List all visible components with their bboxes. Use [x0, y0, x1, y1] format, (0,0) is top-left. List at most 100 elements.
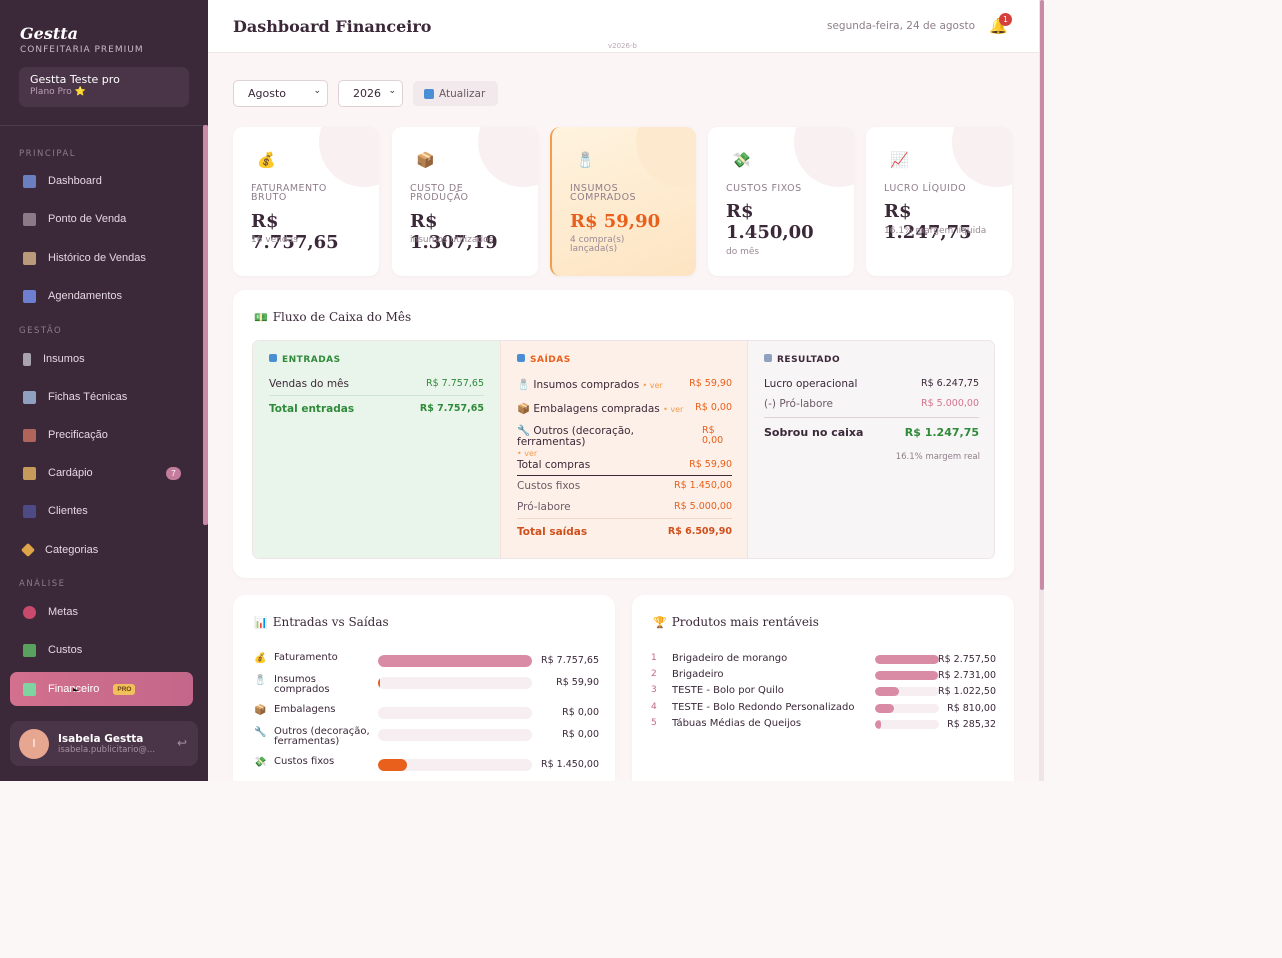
produto-bar-fill	[875, 720, 882, 729]
kpi-faturamento: 💰 FATURAMENTO BRUTO R$ 7.757,65 16 venda…	[233, 127, 379, 276]
cash-icon: 💵	[254, 311, 268, 324]
year-select[interactable]: 2026 ⌄	[338, 80, 403, 107]
kpi-value: R$ 1.307,19	[410, 211, 498, 253]
refresh-icon	[424, 88, 434, 99]
row-value: R$ 59,90	[689, 459, 732, 470]
resultado-pro-labore: (-) Pró-labore R$ 5.000,00	[764, 398, 979, 410]
row-label: Outros (decoração, ferramentas)	[274, 726, 370, 747]
refresh-button[interactable]: Atualizar	[413, 81, 498, 106]
bar-track	[378, 707, 532, 719]
money-bag-icon: 💰	[257, 151, 276, 169]
row-icon: 🧂	[254, 675, 267, 686]
row-label: Total compras	[517, 459, 591, 471]
saidas-pro-labore: Pró-labore R$ 5.000,00	[517, 501, 732, 513]
bar-track	[378, 677, 532, 689]
entradas-saidas-card: 📊 Entradas vs Saídas 💰 Faturamento R$ 7.757…	[233, 595, 615, 781]
salt-shaker-icon: 🧂	[576, 151, 595, 169]
user-card[interactable]: I Isabela Gestta isabela.publicitario@..…	[10, 721, 198, 766]
row-divider	[517, 518, 732, 519]
row-value: R$ 1.247,75	[904, 426, 979, 439]
sidebar-item-financeiro[interactable]: Financeiro PRO	[10, 672, 193, 706]
sidebar-divider	[0, 125, 208, 126]
avatar: I	[19, 728, 49, 759]
arrow-down-icon	[517, 354, 525, 362]
sidebar-item-custos[interactable]: Custos	[10, 635, 193, 665]
row-label: Embalagens	[274, 704, 336, 715]
account-name: Gestta Teste pro	[30, 73, 120, 86]
kpi-insumos-comprados: 🧂 INSUMOS COMPRADOS R$ 59,90 4 compra(s)…	[550, 127, 696, 276]
cashflow-title-text: Fluxo de Caixa do Mês	[272, 310, 412, 324]
ver-link[interactable]: • ver	[517, 449, 537, 458]
saidas-row[interactable]: 🧂 Insumos comprados • ver R$ 59,90	[517, 378, 732, 391]
row-value: R$ 5.000,00	[921, 398, 979, 409]
sidebar-item-label: Fichas Técnicas	[48, 391, 128, 403]
pro-badge: PRO	[113, 683, 136, 695]
cashflow-card: 💵 Fluxo de Caixa do Mês ENTRADAS Vendas d…	[233, 290, 1014, 578]
sidebar-item-precificacao[interactable]: Precificação	[10, 420, 193, 450]
sidebar-item-label: Precificação	[48, 429, 108, 441]
ver-link[interactable]: • ver	[663, 405, 683, 414]
year-select-value: 2026	[353, 87, 381, 100]
money-icon	[23, 643, 36, 657]
mouse-cursor-icon	[73, 688, 79, 691]
row-label: (-) Pró-labore	[764, 398, 833, 410]
logout-icon[interactable]: ↩	[177, 736, 187, 750]
saidas-header: SAÍDAS	[517, 354, 571, 365]
target-icon	[23, 605, 36, 619]
bar-track	[378, 655, 532, 667]
produto-bar-track	[875, 720, 939, 729]
user-name: Isabela Gestta	[58, 732, 144, 745]
sidebar-item-label: Dashboard	[48, 175, 102, 187]
saidas-row[interactable]: 📦 Embalagens compradas • ver R$ 0,00	[517, 402, 732, 415]
sidebar-item-clientes[interactable]: Clientes	[10, 496, 193, 526]
row-label: Total saídas	[517, 526, 588, 538]
sidebar-item-ponto-de-venda[interactable]: Ponto de Venda	[10, 204, 193, 234]
produto-value: R$ 810,00	[947, 703, 996, 714]
row-icon: 🔧	[254, 727, 267, 738]
cash-register-icon	[23, 212, 36, 226]
notification-badge: 1	[999, 13, 1012, 26]
sidebar-item-agendamentos[interactable]: Agendamentos	[10, 281, 193, 311]
row-label: Custos fixos	[274, 756, 335, 767]
saidas-row[interactable]: 🔧 Outros (decoração, ferramentas) • ver R…	[517, 426, 732, 459]
sidebar-item-categorias[interactable]: Categorias	[10, 535, 193, 565]
sidebar-item-cardapio[interactable]: Cardápio 7	[10, 458, 193, 488]
row-value: R$ 7.757,65	[541, 655, 599, 666]
sidebar-item-fichas-tecnicas[interactable]: Fichas Técnicas	[10, 382, 193, 412]
sidebar-item-insumos[interactable]: Insumos	[10, 344, 193, 374]
user-info: Isabela Gestta isabela.publicitario@...	[58, 733, 155, 755]
row-value: R$ 6.247,75	[921, 378, 979, 389]
produto-bar-fill	[875, 671, 939, 680]
row-value: R$ 7.757,65	[426, 378, 484, 389]
card-icon	[23, 390, 36, 404]
page-scrollbar-thumb[interactable]	[1040, 0, 1044, 590]
entradas-saidas-title-text: Entradas vs Saídas	[272, 615, 389, 629]
month-select[interactable]: Agosto ⌄	[233, 80, 328, 107]
app: Gestta CONFEITARIA PREMIUM Gestta Teste …	[0, 0, 1044, 781]
tag-icon	[20, 542, 36, 558]
sidebar-item-dashboard[interactable]: Dashboard	[10, 166, 193, 196]
brand-name: Gestta	[20, 24, 78, 43]
sidebar-item-label: Clientes	[48, 505, 88, 517]
row-icon: 💸	[254, 757, 267, 768]
row-value: R$ 59,90	[556, 677, 599, 688]
kpi-lucro-liquido: 📈 LUCRO LÍQUIDO R$ 1.247,75 16.1% margem…	[866, 127, 1012, 276]
produto-rank: 2	[651, 669, 657, 679]
sidebar-item-historico[interactable]: Histórico de Vendas	[10, 243, 193, 273]
entradas-column: ENTRADAS Vendas do mês R$ 7.757,65 Total…	[253, 341, 500, 558]
sidebar-item-label: Agendamentos	[48, 290, 122, 302]
sidebar-item-label: Histórico de Vendas	[48, 252, 146, 264]
produto-bar-track	[875, 687, 939, 696]
account-card[interactable]: Gestta Teste pro Plano Pro ⭐	[19, 67, 189, 107]
row-label: 🧂 Insumos comprados • ver	[517, 378, 663, 391]
sidebar-item-metas[interactable]: Metas	[10, 597, 193, 627]
ver-link[interactable]: • ver	[643, 381, 663, 390]
row-value: R$ 0,00	[695, 402, 732, 413]
row-value: R$ 0,00	[562, 707, 599, 718]
sidebar: Gestta CONFEITARIA PREMIUM Gestta Teste …	[0, 0, 208, 781]
bar-fill	[378, 655, 532, 667]
row-divider	[764, 417, 979, 418]
arrow-up-icon	[269, 354, 277, 362]
cardapio-count-badge: 7	[166, 467, 181, 480]
kpi-value: R$ 59,90	[570, 211, 661, 232]
